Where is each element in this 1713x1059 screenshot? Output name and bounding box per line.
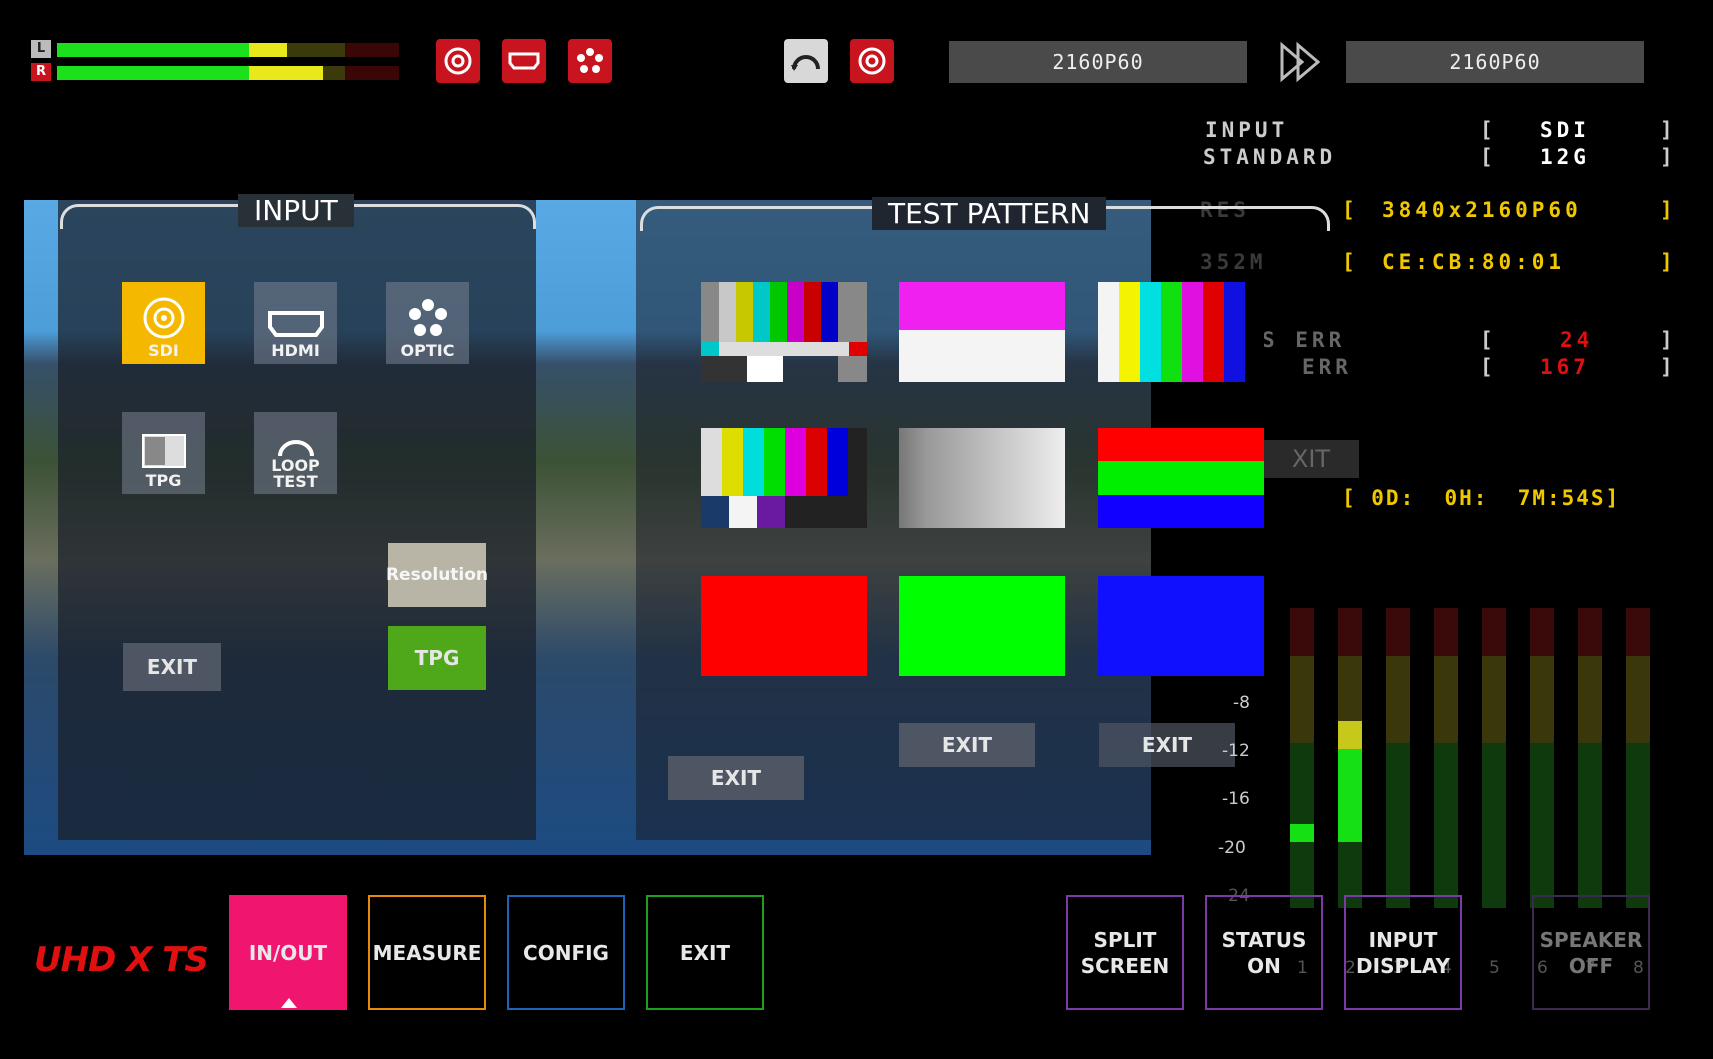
edh-bracket-left: [ xyxy=(1480,355,1497,379)
meter-peak-2 xyxy=(1338,721,1362,749)
pattern-rgb-stripes[interactable] xyxy=(1098,428,1264,528)
loop-test-icon[interactable] xyxy=(784,39,828,83)
input-exit-button[interactable]: EXIT xyxy=(123,643,221,691)
input-format-display: 2160P60 xyxy=(949,41,1247,83)
meter-channel-4 xyxy=(1434,608,1458,908)
st352m-value: CE:CB:80:01 xyxy=(1382,250,1566,274)
meter-channel-8 xyxy=(1626,608,1650,908)
meter-channel-5 xyxy=(1482,608,1506,908)
pattern-solid-blue[interactable] xyxy=(1098,576,1264,676)
meter-level-2 xyxy=(1338,749,1362,842)
edh-error-value: 167 xyxy=(1540,355,1590,379)
meter-channel-label-5: 5 xyxy=(1489,958,1500,978)
pattern-bars-pluge[interactable] xyxy=(701,428,867,528)
standard-label: STANDARD xyxy=(1203,145,1337,169)
resolution-value: 3840x2160P60 xyxy=(1382,198,1582,222)
pattern-solid-green[interactable] xyxy=(899,576,1065,676)
hdmi-tile[interactable]: HDMI xyxy=(254,282,337,364)
crc-bracket-left: [ xyxy=(1480,328,1497,352)
crc-bracket-right: ] xyxy=(1660,328,1677,352)
in-out-button[interactable]: IN/OUT xyxy=(229,895,347,1010)
sdi-icon xyxy=(143,297,184,339)
st352m-bracket-right: ] xyxy=(1660,250,1677,274)
input-label: INPUT xyxy=(1205,118,1289,142)
optic-icon xyxy=(408,299,447,336)
input-bracket-right: ] xyxy=(1660,118,1677,142)
crc-error-value: 24 xyxy=(1560,328,1594,352)
meter-scale-8: -8 xyxy=(1233,693,1250,713)
meter-channel-7 xyxy=(1578,608,1602,908)
loop-test-tile-label: LOOP TEST xyxy=(271,456,320,491)
tp-exit-button-2[interactable]: EXIT xyxy=(899,723,1035,767)
resolution-bracket-left: [ xyxy=(1342,198,1359,222)
uhd-xts-logo: UHD X TS xyxy=(34,940,209,980)
pattern-magenta-white[interactable] xyxy=(899,282,1065,382)
meter-level-1 xyxy=(1290,824,1314,842)
meter-channel-1 xyxy=(1290,608,1314,908)
sdi-tile-label: SDI xyxy=(148,341,179,360)
tpg-icon xyxy=(141,434,186,468)
meter-scale-20: -20 xyxy=(1218,838,1246,858)
meter-channel-3 xyxy=(1386,608,1410,908)
split-screen-button[interactable]: SPLIT SCREEN xyxy=(1066,895,1184,1010)
in-out-selected-indicator xyxy=(281,998,297,1008)
optic-tile[interactable]: OPTIC xyxy=(386,282,469,364)
elapsed-time: [ 0D: 0H: 7M:54S] xyxy=(1342,486,1621,510)
meter-channel-2 xyxy=(1338,608,1362,908)
tp-exit-button[interactable]: EXIT xyxy=(668,756,804,800)
pattern-smpte-bars[interactable] xyxy=(701,282,867,382)
hdmi-tile-label: HDMI xyxy=(271,341,320,360)
meter-channel-6 xyxy=(1530,608,1554,908)
standard-value: 12G xyxy=(1540,145,1590,169)
measure-button[interactable]: MEASURE xyxy=(368,895,486,1010)
hdmi-icon xyxy=(267,311,324,337)
resolution-button[interactable]: Resolution xyxy=(386,543,488,607)
loop-icon xyxy=(277,440,314,457)
output-format-display: 2160P60 xyxy=(1346,41,1644,83)
standard-bracket-right: ] xyxy=(1660,145,1677,169)
left-audio-bar xyxy=(57,43,399,57)
right-audio-bar xyxy=(57,66,399,80)
edh-bracket-right: ] xyxy=(1660,355,1677,379)
sdi-output-icon[interactable] xyxy=(850,39,894,83)
resolution-bracket-right: ] xyxy=(1660,198,1677,222)
st352m-label: 352M xyxy=(1200,250,1267,274)
meter-scale-12: -12 xyxy=(1222,741,1250,761)
status-on-button[interactable]: STATUS ON xyxy=(1205,895,1323,1010)
input-value: SDI xyxy=(1540,118,1590,142)
tpg-button[interactable]: TPG xyxy=(388,626,486,690)
crc-error-label: S ERR xyxy=(1262,328,1346,352)
left-channel-tag: L xyxy=(31,40,51,58)
optic-tile-label: OPTIC xyxy=(400,341,455,360)
standard-bracket-left: [ xyxy=(1480,145,1497,169)
test-pattern-panel-title: TEST PATTERN xyxy=(872,197,1107,230)
optic-input-icon[interactable] xyxy=(568,39,612,83)
input-bracket-left: [ xyxy=(1480,118,1497,142)
pattern-color-bars[interactable] xyxy=(1098,282,1264,382)
tp-exit-button-3[interactable]: EXIT xyxy=(1099,723,1235,767)
input-display-button[interactable]: INPUT DISPLAY xyxy=(1344,895,1462,1010)
sdi-input-icon[interactable] xyxy=(436,39,480,83)
status-exit-partial[interactable]: XIT xyxy=(1263,440,1359,478)
tpg-tile[interactable]: TPG xyxy=(122,412,205,494)
forward-arrow-icon xyxy=(1278,41,1324,87)
loop-test-tile[interactable]: LOOP TEST xyxy=(254,412,337,494)
right-channel-tag: R xyxy=(31,63,51,81)
hdmi-input-icon[interactable] xyxy=(502,39,546,83)
input-panel-title: INPUT xyxy=(238,194,354,227)
pattern-gray-steps[interactable] xyxy=(899,428,1065,528)
sdi-tile[interactable]: SDI xyxy=(122,282,205,364)
speaker-off-button[interactable]: SPEAKER OFF xyxy=(1532,895,1650,1010)
tpg-tile-label: TPG xyxy=(145,471,182,490)
meter-scale-16: -16 xyxy=(1222,789,1250,809)
pattern-solid-red[interactable] xyxy=(701,576,867,676)
exit-button[interactable]: EXIT xyxy=(646,895,764,1010)
edh-error-label: ERR xyxy=(1302,355,1352,379)
config-button[interactable]: CONFIG xyxy=(507,895,625,1010)
st352m-bracket-left: [ xyxy=(1342,250,1359,274)
